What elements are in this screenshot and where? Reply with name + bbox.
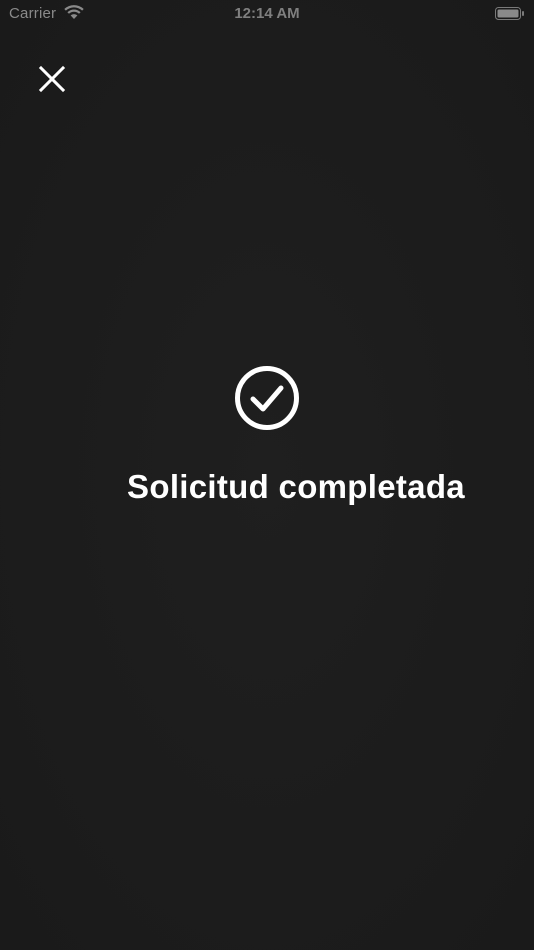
success-message: Solicitud completada: [127, 468, 465, 505]
close-button[interactable]: [30, 57, 74, 101]
status-bar: Carrier 12:14 AM: [0, 0, 534, 28]
check-circle-icon: [233, 364, 301, 432]
clock: 12:14 AM: [234, 5, 300, 22]
close-icon: [38, 65, 66, 93]
screen: Carrier 12:14 AM Solicitud completada: [0, 0, 534, 950]
battery-icon: [495, 7, 525, 20]
